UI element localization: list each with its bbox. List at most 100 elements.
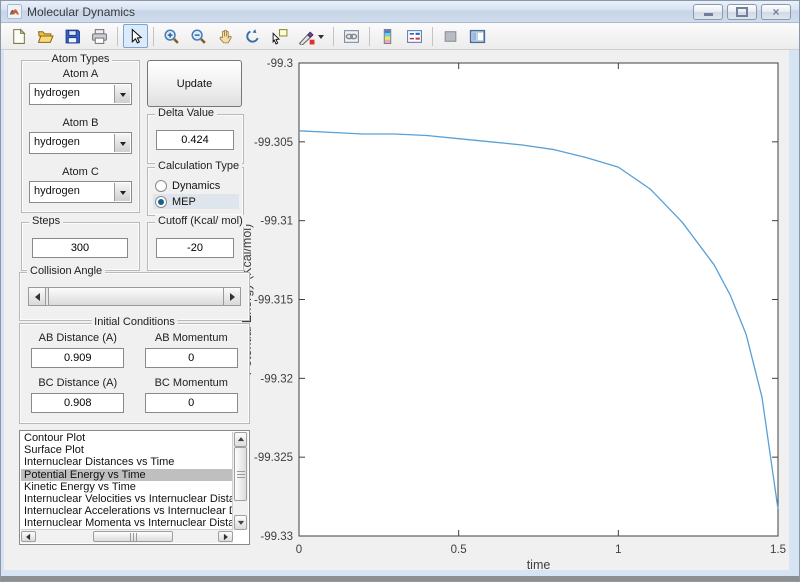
y-tick-label: -99.32: [260, 373, 293, 385]
dropdown-value: hydrogen: [34, 136, 80, 148]
cutoff-field[interactable]: [156, 238, 234, 258]
title-bar: Molecular Dynamics ×: [1, 1, 799, 23]
radio-icon[interactable]: [155, 179, 167, 192]
collision-angle-panel: Collision Angle: [19, 265, 250, 321]
delta-value-field[interactable]: [156, 130, 234, 150]
brush-button[interactable]: [294, 24, 328, 48]
chevron-down-icon[interactable]: [318, 34, 324, 42]
window-title: Molecular Dynamics: [27, 4, 136, 19]
y-tick-label: -99.305: [254, 137, 293, 149]
link-plot-icon: [343, 28, 360, 45]
bc-distance-a--field[interactable]: [31, 393, 125, 413]
list-item[interactable]: Internuclear Velocities vs Internuclear …: [21, 493, 233, 505]
zoom-in-button[interactable]: [159, 24, 184, 48]
list-item[interactable]: Internuclear Distances vs Time: [21, 456, 233, 468]
x-tick-label: 1: [615, 544, 621, 556]
y-tick-label: -99.33: [260, 531, 293, 543]
listbox-horizontal-scrollbar[interactable]: [21, 529, 233, 543]
data-cursor-button[interactable]: [267, 24, 292, 48]
scroll-right-button[interactable]: [218, 531, 233, 542]
bc-momentum-field[interactable]: [144, 393, 238, 413]
window-frame: [789, 50, 799, 570]
atom-c-dropdown[interactable]: hydrogen: [29, 181, 132, 203]
atom-field: Atom C hydrogen: [29, 166, 132, 203]
window-frame: [1, 50, 4, 570]
insert-legend-button[interactable]: [402, 24, 427, 48]
dropdown-arrow-button[interactable]: [114, 134, 130, 152]
dropdown-arrow-button[interactable]: [114, 85, 130, 103]
cutoff-title: Cutoff (Kcal/ mol): [155, 215, 246, 227]
maximize-button[interactable]: [727, 3, 757, 20]
scroll-down-button[interactable]: [234, 515, 247, 530]
show-plot-tools-button[interactable]: [465, 24, 490, 48]
toolbar-separator: [432, 26, 433, 46]
plot-type-listbox[interactable]: Contour Plot Surface Plot Internuclear Dis…: [19, 430, 250, 545]
radio-option-mep[interactable]: MEP: [153, 194, 239, 209]
list-item[interactable]: Surface Plot: [21, 444, 233, 456]
close-button[interactable]: ×: [761, 3, 791, 20]
show-plot-tools-icon: [469, 28, 486, 45]
atom-field: Atom B hydrogen: [29, 117, 132, 154]
field-label: BC Momentum: [154, 377, 228, 389]
scroll-up-button[interactable]: [234, 432, 247, 447]
ab-distance-a--field[interactable]: [31, 348, 125, 368]
cutoff-panel: Cutoff (Kcal/ mol): [147, 215, 246, 271]
toolbar-separator: [153, 26, 154, 46]
initial-condition-field: AB Momentum: [140, 332, 244, 368]
ab-momentum-field[interactable]: [144, 348, 238, 368]
slider-left-arrow[interactable]: [29, 288, 46, 305]
atom-label: Atom C: [62, 166, 99, 178]
toolbar-separator: [369, 26, 370, 46]
data-cursor-icon: [271, 28, 288, 45]
arrow-left-icon: [23, 533, 31, 540]
radio-icon[interactable]: [155, 195, 167, 208]
dropdown-value: hydrogen: [34, 87, 80, 99]
atom-b-dropdown[interactable]: hydrogen: [29, 132, 132, 154]
link-plot-button[interactable]: [339, 24, 364, 48]
calculation-type-panel: Calculation Type Dynamics MEP: [147, 160, 244, 216]
save-button[interactable]: [60, 24, 85, 48]
list-item[interactable]: Contour Plot: [21, 432, 233, 444]
open-file-button[interactable]: [33, 24, 58, 48]
initial-conditions-panel: Initial Conditions AB Distance (A) AB Mom…: [19, 316, 250, 424]
y-tick-label: -99.31: [260, 216, 293, 228]
hide-plot-tools-button[interactable]: [438, 24, 463, 48]
list-item[interactable]: Kinetic Energy vs Time: [21, 481, 233, 493]
maximize-icon: [736, 6, 748, 17]
list-item[interactable]: Internuclear Accelerations vs Internucle…: [21, 505, 233, 517]
window-frame-bottom: [1, 576, 799, 581]
zoom-out-icon: [190, 28, 207, 45]
slider-thumb[interactable]: [48, 288, 223, 305]
initial-condition-field: BC Distance (A): [26, 377, 130, 413]
minimize-icon: [703, 12, 713, 16]
pan-button[interactable]: [213, 24, 238, 48]
zoom-out-button[interactable]: [186, 24, 211, 48]
slider-right-arrow[interactable]: [223, 288, 240, 305]
update-button[interactable]: Update: [147, 60, 242, 107]
collision-angle-slider[interactable]: [28, 287, 241, 306]
scroll-left-button[interactable]: [21, 531, 36, 542]
delta-value-panel: Delta Value: [147, 107, 244, 164]
dropdown-arrow-button[interactable]: [114, 183, 130, 201]
atom-field: Atom A hydrogen: [29, 68, 132, 105]
print-button[interactable]: [87, 24, 112, 48]
steps-field[interactable]: [32, 238, 128, 258]
new-file-button[interactable]: [6, 24, 31, 48]
atom-a-dropdown[interactable]: hydrogen: [29, 83, 132, 105]
rotate-3d-button[interactable]: [240, 24, 265, 48]
list-item[interactable]: Potential Energy vs Time: [21, 468, 233, 481]
horizontal-scroll-thumb[interactable]: [93, 531, 173, 542]
rotate-3d-icon: [244, 28, 261, 45]
minimize-button[interactable]: [693, 3, 723, 20]
radio-option-dynamics[interactable]: Dynamics: [153, 178, 239, 193]
insert-colorbar-button[interactable]: [375, 24, 400, 48]
listbox-vertical-scrollbar[interactable]: [232, 432, 248, 530]
thumb-grip-icon: [129, 532, 137, 541]
matlab-logo-icon: [7, 4, 22, 19]
edit-plot-button[interactable]: [123, 24, 148, 48]
list-item[interactable]: Internuclear Momenta vs Internuclear Dis…: [21, 517, 233, 529]
x-tick-label: 0: [296, 544, 302, 556]
vertical-scroll-thumb[interactable]: [234, 447, 247, 501]
arrow-left-icon: [31, 292, 40, 301]
collision-angle-title: Collision Angle: [27, 265, 106, 277]
